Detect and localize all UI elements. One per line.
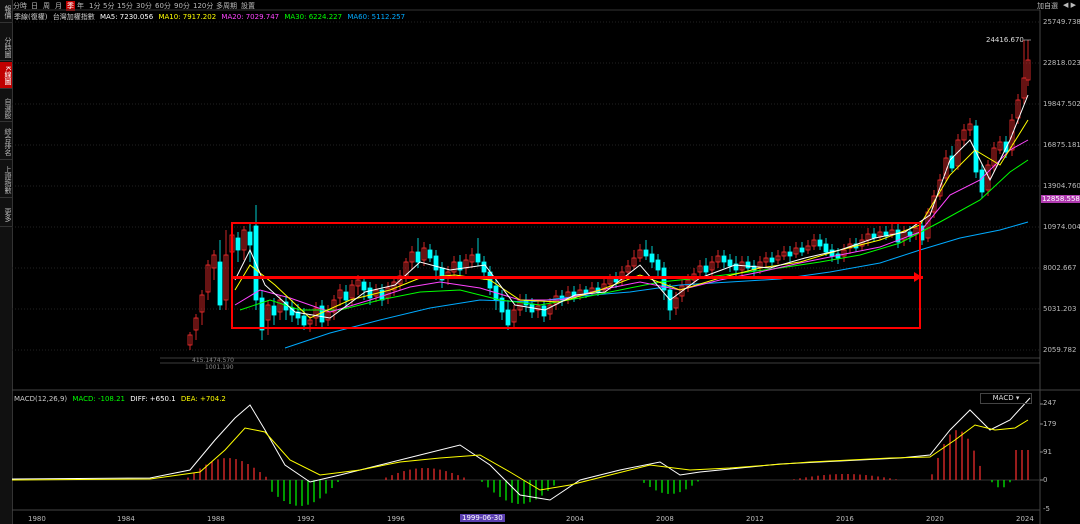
macd-title: MACD(12,26,9) [14, 395, 68, 403]
candle-body [643, 249, 649, 257]
macd-y-label: 179 [1043, 420, 1057, 428]
candle-body [433, 255, 439, 271]
macd-value: MACD: -108.21 [72, 395, 125, 403]
x-label: 2004 [566, 515, 584, 523]
candle-body [823, 243, 829, 253]
macd-legend: MACD(12,26,9) MACD: -108.21 DIFF: +650.1… [14, 395, 229, 403]
candle-body [217, 261, 223, 306]
y-label: 10974.004 [1043, 223, 1080, 231]
candle-body [649, 253, 655, 263]
x-label: 1988 [207, 515, 225, 523]
macd-histogram [187, 430, 1029, 506]
x-label: 1984 [117, 515, 135, 523]
x-label: 1992 [297, 515, 315, 523]
candle-body [817, 239, 823, 247]
candle-body [727, 259, 733, 267]
breakout-arrow-line [231, 276, 923, 279]
crosshair-date-marker: 1999-06-30 [460, 514, 505, 522]
x-label: 1980 [28, 515, 46, 523]
candles [187, 40, 1031, 350]
candle-body [541, 305, 547, 317]
candle-body [235, 237, 241, 251]
y-label: 5031.203 [1043, 305, 1077, 313]
low-label-1: 415.1474.570 [192, 357, 234, 364]
x-label: 1996 [387, 515, 405, 523]
ma5-line [234, 94, 1029, 319]
candle-body [655, 259, 661, 271]
macd-diff: DIFF: +650.1 [130, 395, 176, 403]
x-label: 2012 [746, 515, 764, 523]
candle-body [271, 305, 277, 316]
macd-y-label: 0 [1043, 476, 1048, 484]
candle-body [703, 265, 709, 273]
candle-body [787, 251, 793, 257]
macd-diff-line [11, 397, 1031, 501]
y-label: 25749.738 [1043, 18, 1080, 26]
candle-body [343, 291, 349, 301]
current-price-tag: 12858.558 [1041, 195, 1080, 203]
y-label: 8002.667 [1043, 264, 1077, 272]
candle-body [481, 261, 487, 273]
x-label: 2008 [656, 515, 674, 523]
candle-body [745, 261, 751, 269]
x-label: 2020 [926, 515, 944, 523]
candle-body [301, 315, 307, 326]
candle-body [247, 231, 253, 246]
candle-body [721, 255, 727, 263]
candle-body [427, 249, 433, 259]
low-label-2: 1001.190 [205, 364, 234, 371]
y-label: 2059.782 [1043, 346, 1077, 354]
x-label: 2024 [1016, 515, 1034, 523]
kline-chart[interactable] [0, 0, 1080, 524]
macd-y-label: 247 [1043, 399, 1057, 407]
macd-indicator-button[interactable]: MACD ▾ [980, 393, 1032, 404]
macd-y-label: -5 [1043, 505, 1050, 513]
macd-y-label: 91 [1043, 448, 1052, 456]
candle-body [475, 253, 481, 263]
y-label: 16875.181 [1043, 141, 1080, 149]
peak-label: 24416.670 [986, 36, 1024, 44]
macd-dea: DEA: +704.2 [180, 395, 226, 403]
candle-body [871, 233, 877, 239]
candle-body [979, 169, 985, 193]
candle-body [769, 257, 775, 263]
candle-body [415, 251, 421, 263]
candle-body [361, 281, 367, 291]
y-label: 22818.023 [1043, 59, 1080, 67]
candle-body [505, 309, 511, 326]
y-label: 19847.502 [1043, 100, 1080, 108]
y-label: 13904.760 [1043, 182, 1080, 190]
candle-body [367, 287, 373, 299]
x-label: 2016 [836, 515, 854, 523]
candle-body [799, 247, 805, 253]
